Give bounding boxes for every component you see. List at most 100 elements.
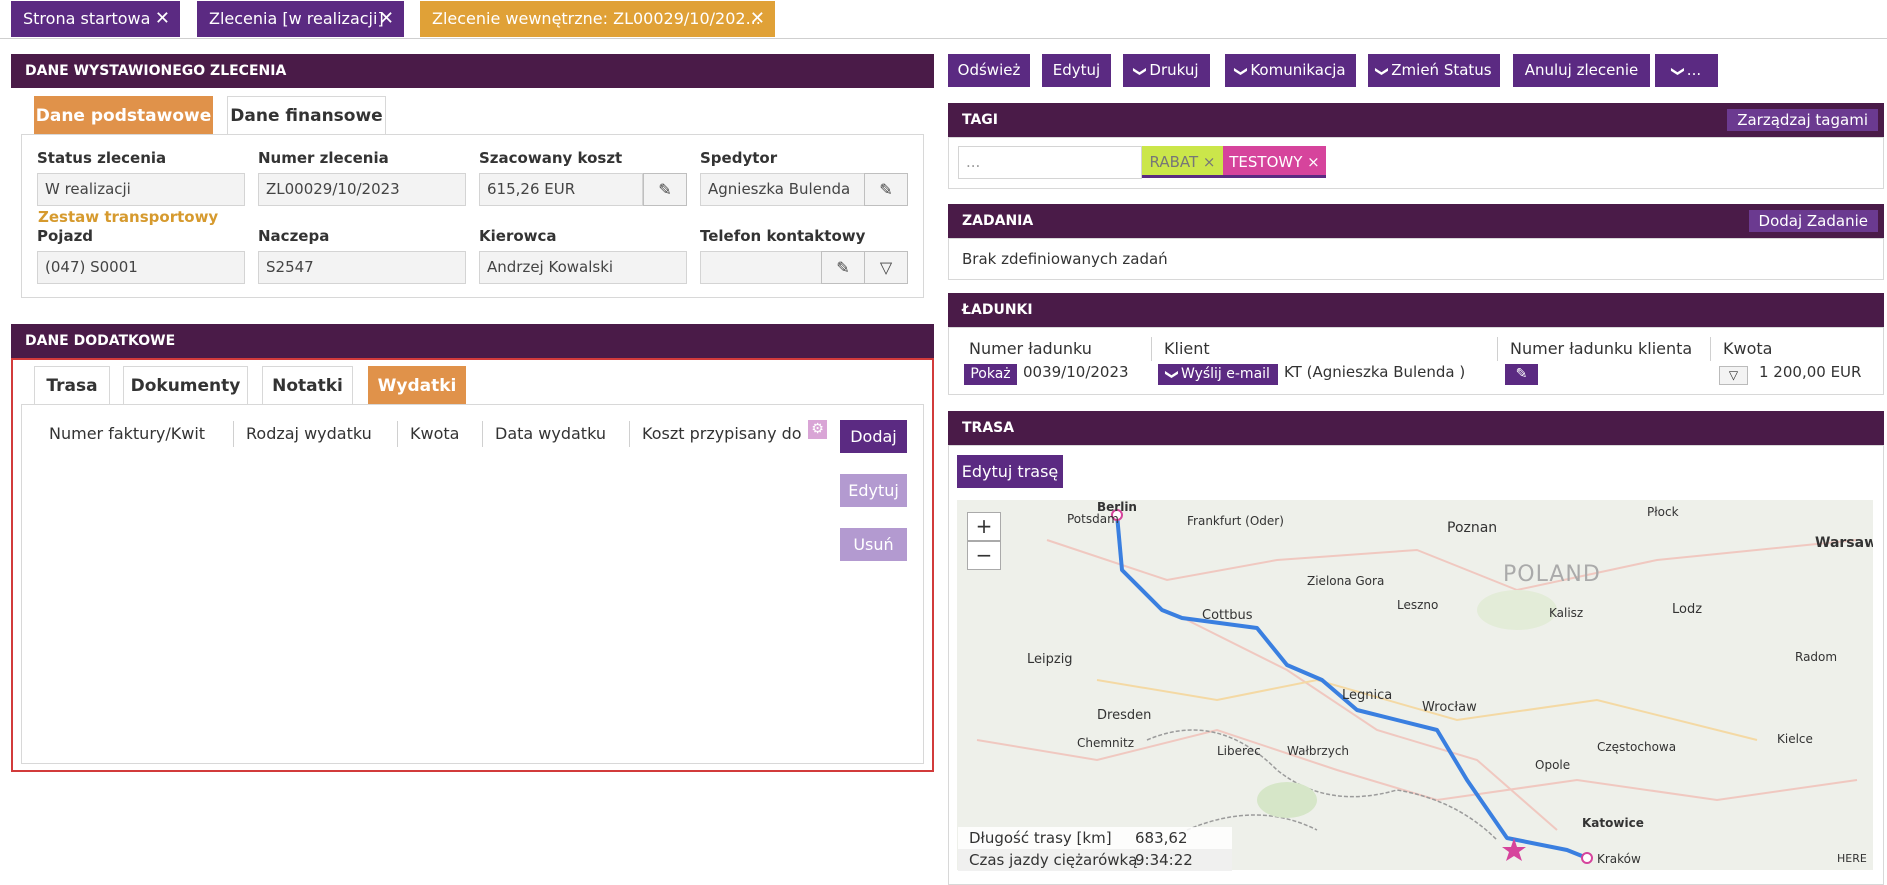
column-header-invoice[interactable]: Numer faktury/Kwit <box>49 424 205 443</box>
communication-button[interactable]: ❯ Komunikacja <box>1225 54 1356 87</box>
column-header-amount: Kwota <box>1723 339 1773 358</box>
print-label: Drukuj <box>1149 61 1199 79</box>
column-separator <box>397 421 398 447</box>
window-tab-label: Zlecenia [w realizacji] <box>209 9 384 28</box>
route-map[interactable]: Berlin Potsdam Frankfurt (Oder) Poznan P… <box>957 500 1873 870</box>
edit-icon: ✎ <box>879 180 893 199</box>
edit-client-load-button[interactable]: ✎ <box>1505 364 1538 385</box>
route-panel-header: TRASA <box>948 411 1884 445</box>
map-city: Kalisz <box>1549 606 1584 620</box>
close-icon[interactable]: ✕ <box>379 1 394 37</box>
tag-testowy[interactable]: TESTOWY × <box>1223 146 1326 178</box>
map-canvas <box>957 500 1873 870</box>
tab-notes[interactable]: Notatki <box>262 366 353 404</box>
extra-panel-header: DANE DODATKOWE <box>11 324 934 358</box>
vehicle-label: Pojazd <box>37 227 94 245</box>
estimated-cost-field[interactable]: 615,26 EUR <box>479 173 643 206</box>
map-city: Leipzig <box>1027 652 1073 667</box>
map-city: Kielce <box>1777 732 1813 746</box>
delete-expense-button[interactable]: Usuń <box>840 528 907 561</box>
edit-cost-button[interactable]: ✎ <box>643 173 687 206</box>
tag-input[interactable]: ... <box>958 146 1142 179</box>
tag-rabat[interactable]: RABAT × <box>1142 146 1223 178</box>
no-tasks-text: Brak zdefiniowanych zadań <box>962 250 1168 268</box>
column-header-date[interactable]: Data wydatku <box>495 424 606 443</box>
column-header-client: Klient <box>1164 339 1210 358</box>
order-number-field[interactable]: ZL00029/10/2023 <box>258 173 466 206</box>
manage-tags-button[interactable]: Zarządzaj tagami <box>1727 109 1878 131</box>
tab-documents[interactable]: Dokumenty <box>123 366 248 404</box>
map-attribution: HERE <box>1837 852 1867 865</box>
amount-dropdown-button[interactable]: ▽ <box>1719 366 1748 385</box>
column-header-expense-type[interactable]: Rodzaj wydatku <box>246 424 372 443</box>
vehicle-field[interactable]: (047) S0001 <box>37 251 245 284</box>
add-task-button[interactable]: Dodaj Zadanie <box>1748 210 1878 232</box>
add-expense-button[interactable]: Dodaj <box>840 420 907 453</box>
gear-icon[interactable]: ⚙ <box>808 420 827 439</box>
load-number: 0039/10/2023 <box>1023 363 1129 381</box>
tab-route[interactable]: Trasa <box>34 366 110 404</box>
tasks-panel-header: ZADANIA Dodaj Zadanie <box>948 204 1884 238</box>
map-city: Poznan <box>1447 520 1498 536</box>
edit-icon: ✎ <box>1515 366 1528 382</box>
more-actions-button[interactable]: ❯... <box>1655 54 1718 87</box>
edit-icon: ✎ <box>836 258 850 277</box>
edit-route-button[interactable]: Edytuj trasę <box>957 455 1063 488</box>
map-city: Opole <box>1535 758 1571 772</box>
map-city: Katowice <box>1582 816 1644 830</box>
map-city: Chemnitz <box>1077 736 1134 750</box>
order-number-label: Numer zlecenia <box>258 149 389 167</box>
edit-forwarder-button[interactable]: ✎ <box>864 173 908 206</box>
chevron-down-icon: ❯ <box>1233 66 1249 77</box>
load-client: KT (Agnieszka Bulenda ) <box>1284 363 1466 381</box>
tab-basic-data[interactable]: Dane podstawowe <box>34 96 213 134</box>
zoom-out-button[interactable]: − <box>967 541 1001 570</box>
map-city: Kraków <box>1597 852 1641 866</box>
status-field[interactable]: W realizacji <box>37 173 245 206</box>
drive-time-label: Czas jazdy ciężarówką <box>969 851 1138 869</box>
transport-set-link[interactable]: Zestaw transportowy <box>38 208 218 226</box>
cancel-order-button[interactable]: Anuluj zlecenie <box>1513 54 1650 87</box>
window-tab-orders[interactable]: Zlecenia [w realizacji] ✕ <box>197 1 404 37</box>
loads-panel-header: ŁADUNKI <box>948 293 1884 327</box>
zoom-in-button[interactable]: + <box>967 512 1001 541</box>
change-status-label: Zmień Status <box>1391 61 1492 79</box>
window-tab-home[interactable]: Strona startowa ✕ <box>11 1 180 37</box>
column-header-amount[interactable]: Kwota <box>410 424 459 443</box>
map-city: Legnica <box>1342 688 1393 703</box>
map-city: Płock <box>1647 505 1679 519</box>
forwarder-label: Spedytor <box>700 149 778 167</box>
change-status-button[interactable]: ❯ Zmień Status <box>1368 54 1500 87</box>
estimated-cost-label: Szacowany koszt <box>479 149 623 167</box>
close-icon[interactable]: ✕ <box>750 1 765 37</box>
column-separator <box>1710 337 1711 361</box>
send-email-button[interactable]: ❯ Wyślij e-mail <box>1158 364 1278 385</box>
driver-label: Kierowca <box>479 227 557 245</box>
driver-field[interactable]: Andrzej Kowalski <box>479 251 687 284</box>
close-icon[interactable]: ✕ <box>155 1 170 37</box>
edit-phone-button[interactable]: ✎ <box>821 251 865 284</box>
refresh-button[interactable]: Odśwież <box>948 54 1030 87</box>
triangle-down-icon: ▽ <box>879 258 893 277</box>
forwarder-field[interactable]: Agnieszka Bulenda <box>700 173 865 206</box>
edit-button[interactable]: Edytuj <box>1042 54 1111 87</box>
order-panel-header: DANE WYSTAWIONEGO ZLECENIA <box>11 54 934 88</box>
trailer-label: Naczepa <box>258 227 330 245</box>
chevron-down-icon: ❯ <box>1132 66 1148 77</box>
column-header-load-number: Numer ładunku <box>969 339 1092 358</box>
print-button[interactable]: ❯ Drukuj <box>1123 54 1210 87</box>
edit-expense-button[interactable]: Edytuj <box>840 474 907 507</box>
window-tab-internal-order[interactable]: Zlecenie wewnętrzne: ZL00029/10/202... ✕ <box>420 1 775 37</box>
column-header-cost-assigned[interactable]: Koszt przypisany do <box>642 424 802 443</box>
phone-field[interactable] <box>700 251 822 284</box>
show-load-button[interactable]: Pokaż <box>964 364 1017 385</box>
window-tab-label: Zlecenie wewnętrzne: ZL00029/10/202... <box>432 9 761 28</box>
chevron-down-icon: ❯ <box>1164 369 1180 380</box>
map-city: Frankfurt (Oder) <box>1187 514 1284 528</box>
map-city: Wałbrzych <box>1287 744 1350 758</box>
tab-expenses[interactable]: Wydatki <box>368 366 466 404</box>
phone-dropdown-button[interactable]: ▽ <box>864 251 908 284</box>
panel-title: ZADANIA <box>962 213 1034 229</box>
tab-financial-data[interactable]: Dane finansowe <box>227 96 386 134</box>
trailer-field[interactable]: S2547 <box>258 251 466 284</box>
